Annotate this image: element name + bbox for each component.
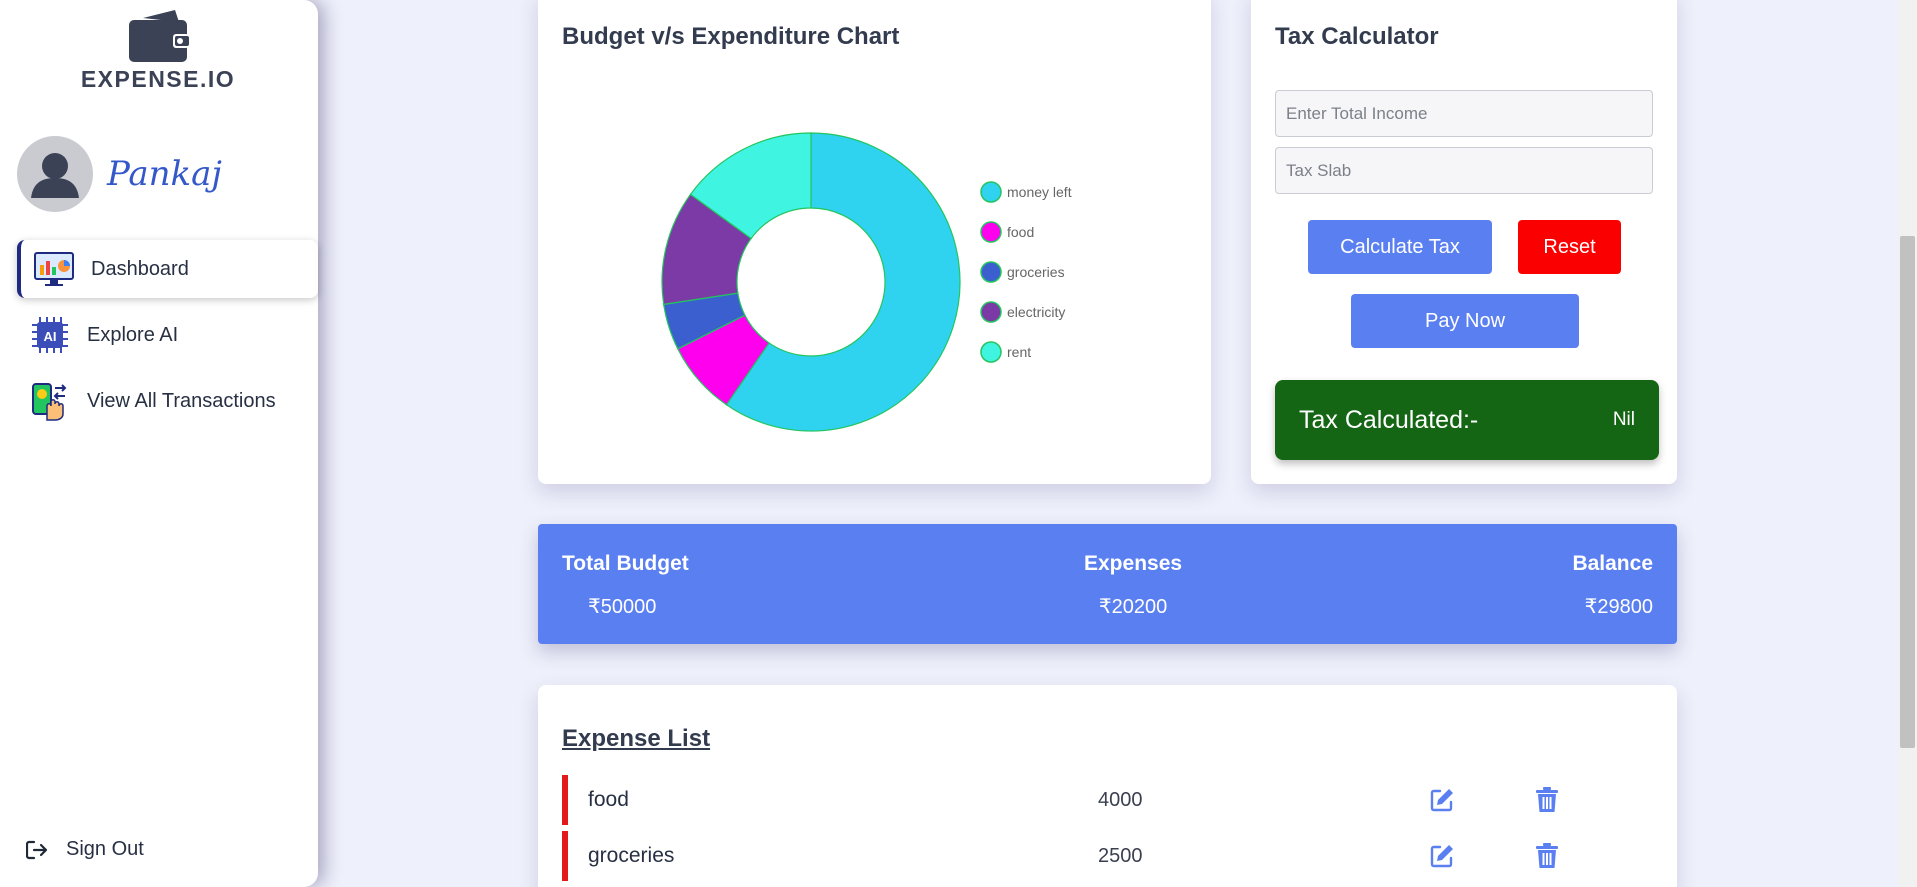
user-name: Pankaj <box>107 154 222 194</box>
brand-logo[interactable]: EXPENSE.IO <box>72 8 244 93</box>
legend-label-rent[interactable]: rent <box>1007 344 1031 360</box>
user-profile: Pankaj <box>17 136 222 212</box>
legend-label-electricity[interactable]: electricity <box>1007 304 1065 320</box>
legend-swatch-food[interactable] <box>980 221 1002 243</box>
expense-list-title: Expense List <box>562 725 711 752</box>
dashboard-chart-icon <box>33 248 75 290</box>
expense-name: groceries <box>588 844 675 867</box>
tax-calculator-card: Tax Calculator Calculate Tax Reset Pay N… <box>1251 0 1677 484</box>
edit-icon[interactable] <box>1429 787 1455 818</box>
sidebar-item-label: Dashboard <box>91 257 189 280</box>
page-scrollbar[interactable] <box>1898 0 1917 887</box>
balance: Balance ₹29800 <box>1572 552 1653 619</box>
sidebar-item-label: Explore AI <box>87 323 179 346</box>
expense-amount: 4000 <box>1098 788 1143 811</box>
tax-result-panel: Tax Calculated:- Nil <box>1275 380 1659 460</box>
budget-summary: Total Budget ₹50000 Expenses ₹20200 Bala… <box>538 524 1677 644</box>
expense-name: food <box>588 788 629 811</box>
pay-now-button[interactable]: Pay Now <box>1351 294 1579 348</box>
sidebar-nav: Dashboard AI Explore AI View All Transac… <box>17 240 318 430</box>
expenses-label: Expenses <box>1084 552 1183 575</box>
sidebar-item-dashboard[interactable]: Dashboard <box>17 240 318 298</box>
sign-out-button[interactable]: Sign Out <box>26 838 144 861</box>
transactions-hand-icon <box>29 380 71 422</box>
sidebar-item-label: View All Transactions <box>87 389 276 412</box>
budget-chart-card: Budget v/s Expenditure Chart money left f… <box>538 0 1211 484</box>
expenses: Expenses ₹20200 <box>1084 552 1182 619</box>
brand-name: EXPENSE.IO <box>80 66 236 92</box>
sign-out-icon <box>26 840 48 860</box>
expense-amount: 2500 <box>1098 844 1143 867</box>
delete-icon[interactable] <box>1535 787 1559 818</box>
total-budget-label: Total Budget <box>562 552 689 575</box>
scrollbar-thumb[interactable] <box>1900 236 1915 748</box>
balance-label: Balance <box>1572 552 1653 575</box>
svg-text:AI: AI <box>44 329 57 344</box>
income-input[interactable] <box>1275 90 1653 137</box>
legend-label-money-left[interactable]: money left <box>1007 184 1072 200</box>
legend-swatch-rent[interactable] <box>980 341 1002 363</box>
expense-list-card: Expense List food 4000 groceries 2500 <box>538 685 1677 887</box>
expenses-value: ₹20200 <box>1098 596 1168 618</box>
legend-swatch-electricity[interactable] <box>980 301 1002 323</box>
sidebar-item-view-all-transactions[interactable]: View All Transactions <box>17 372 318 430</box>
tax-result-label: Tax Calculated:- <box>1299 405 1479 434</box>
legend-label-groceries[interactable]: groceries <box>1007 264 1065 280</box>
list-item: food 4000 <box>562 775 1652 825</box>
budget-donut-chart: money left food groceries electricity rent <box>661 132 1072 432</box>
legend-label-food[interactable]: food <box>1007 224 1034 240</box>
reset-button[interactable]: Reset <box>1518 220 1621 274</box>
list-item: groceries 2500 <box>562 831 1652 881</box>
sidebar-item-explore-ai[interactable]: AI Explore AI <box>17 306 318 364</box>
sign-out-label: Sign Out <box>66 838 144 860</box>
tax-title: Tax Calculator <box>1275 23 1439 50</box>
legend-swatch-groceries[interactable] <box>980 261 1002 283</box>
legend-swatch-money-left[interactable] <box>980 181 1002 203</box>
calculate-tax-button[interactable]: Calculate Tax <box>1308 220 1492 274</box>
edit-icon[interactable] <box>1429 843 1455 874</box>
tax-result-value: Nil <box>1612 409 1635 430</box>
delete-icon[interactable] <box>1535 843 1559 874</box>
ai-chip-icon: AI <box>29 314 71 356</box>
user-avatar-icon <box>17 136 93 212</box>
total-budget-value: ₹50000 <box>588 596 657 618</box>
total-budget: Total Budget ₹50000 <box>562 552 689 619</box>
wallet-icon <box>129 10 189 62</box>
sidebar: EXPENSE.IO Pankaj Dashboard AI Explore A… <box>0 0 318 887</box>
tax-slab-input[interactable] <box>1275 147 1653 194</box>
balance-value: ₹29800 <box>1584 596 1653 618</box>
